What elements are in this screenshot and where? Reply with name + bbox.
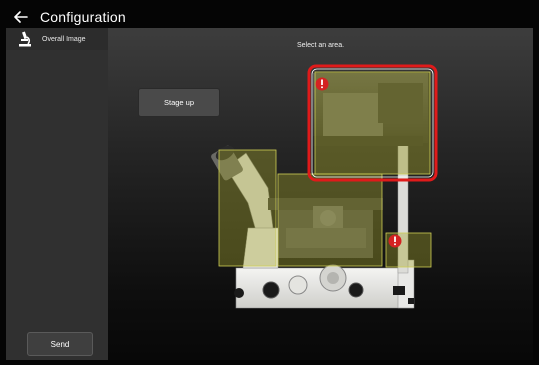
microscope-diagram — [211, 64, 438, 309]
eyepiece-tube-area[interactable] — [218, 149, 277, 267]
microscope-icon — [16, 30, 34, 48]
illumination-pillar-area[interactable] — [314, 71, 431, 175]
stage-area[interactable] — [277, 173, 383, 267]
send-button[interactable]: Send — [27, 332, 93, 356]
back-button[interactable] — [10, 6, 32, 28]
title-bar: Configuration — [6, 5, 533, 28]
warning-icon — [315, 77, 329, 91]
sidebar-item-label: Overall Image — [42, 35, 86, 43]
page-title: Configuration — [40, 8, 126, 25]
sidebar-item-overall-image[interactable]: Overall Image — [6, 28, 108, 50]
warning-icon — [388, 234, 402, 248]
back-arrow-icon — [14, 10, 28, 23]
app-window: Configuration Overall Image Send Select … — [0, 0, 539, 365]
sidebar: Overall Image Send — [6, 28, 108, 360]
